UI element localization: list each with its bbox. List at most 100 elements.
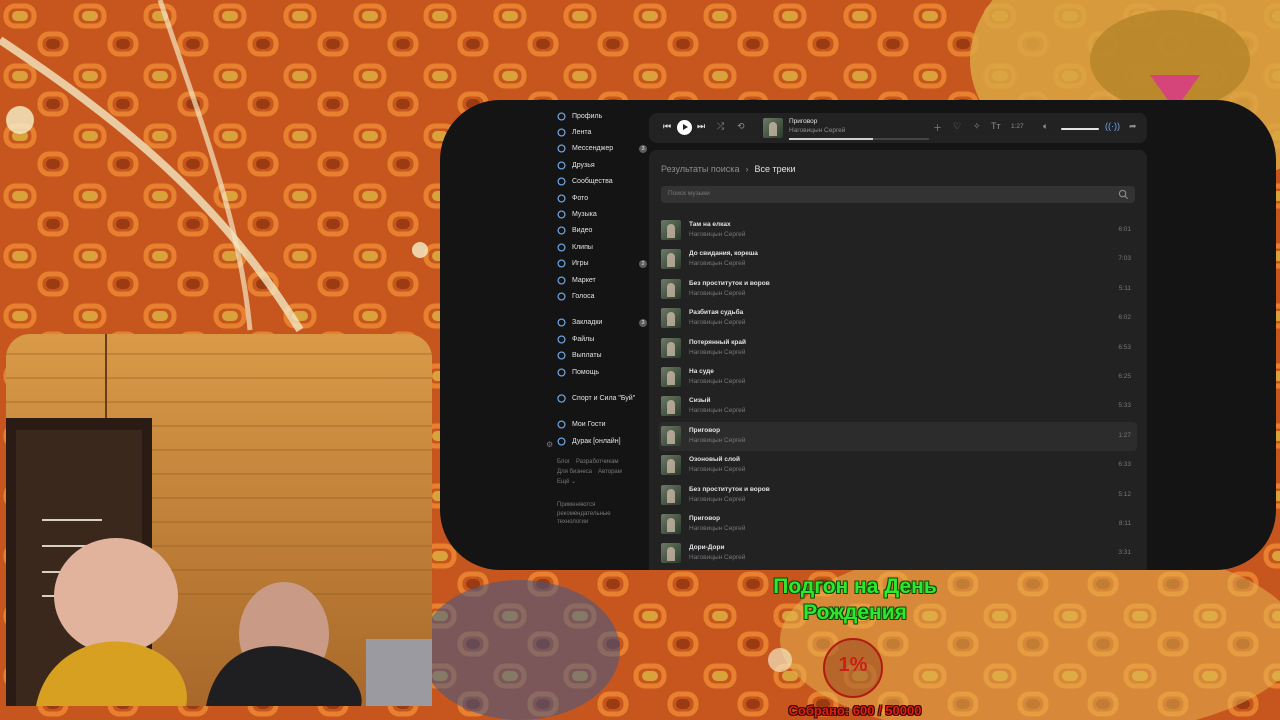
search-box[interactable]: Поиск музыки bbox=[661, 186, 1135, 203]
track-title[interactable]: Без проституток и воров bbox=[689, 280, 770, 287]
track-artist[interactable]: Наговицын Сергей bbox=[689, 260, 745, 267]
track-artist[interactable]: Наговицын Сергей bbox=[689, 319, 745, 326]
breadcrumb: Результаты поиска › Все треки bbox=[661, 164, 796, 174]
footer-link-authors[interactable]: Авторам bbox=[598, 469, 622, 475]
shuffle-icon[interactable]: ⤮ bbox=[717, 121, 724, 132]
track-row[interactable]: До свидания, кореша Наговицын Сергей 7:03 bbox=[659, 245, 1137, 274]
track-artist[interactable]: Наговицын Сергей bbox=[689, 525, 745, 532]
track-row[interactable]: Без проституток и воров Наговицын Сергей 5… bbox=[659, 275, 1137, 304]
track-row[interactable]: Разбитая судьба Наговицын Сергей 6:02 bbox=[659, 304, 1137, 333]
track-cover-image[interactable] bbox=[661, 425, 681, 446]
sidebar-item-help[interactable]: Помощь bbox=[557, 364, 647, 380]
track-artist[interactable]: Наговицын Сергей bbox=[689, 378, 745, 385]
player-track-title[interactable]: Приговор bbox=[789, 118, 817, 125]
gear-icon[interactable]: ⚙ bbox=[546, 440, 553, 449]
sidebar-item-community[interactable]: Спорт и Сила "Буй" bbox=[557, 390, 647, 406]
volume-slider[interactable] bbox=[1061, 128, 1099, 130]
search-input[interactable]: Поиск музыки bbox=[668, 190, 710, 197]
recommendation-note[interactable]: Применяются рекомендательные технологии bbox=[557, 501, 627, 527]
sidebar-item-market[interactable]: Маркет bbox=[557, 272, 647, 288]
track-row[interactable]: Дори-Дори Наговицын Сергей 3:31 bbox=[659, 539, 1137, 568]
sidebar-item-photo[interactable]: Фото bbox=[557, 190, 647, 206]
play-button[interactable] bbox=[677, 120, 692, 135]
volume-icon[interactable]: 🔈︎ bbox=[1043, 121, 1048, 132]
sidebar-item-clips[interactable]: Клипы bbox=[557, 239, 647, 255]
track-cover-image[interactable] bbox=[661, 308, 681, 329]
sidebar-item-bookmark[interactable]: Закладки 3 bbox=[557, 315, 647, 331]
track-row[interactable]: Приговор Наговицын Сергей 8:11 bbox=[659, 510, 1137, 539]
track-artist[interactable]: Наговицын Сергей bbox=[689, 466, 745, 473]
track-cover-image[interactable] bbox=[661, 249, 681, 270]
track-cover-image[interactable] bbox=[661, 337, 681, 358]
track-row[interactable]: На суде Наговицын Сергей 6:25 bbox=[659, 363, 1137, 392]
track-title[interactable]: До свидания, кореша bbox=[689, 250, 758, 257]
footer-link-business[interactable]: Для бизнеса bbox=[557, 469, 592, 475]
track-cover-image[interactable] bbox=[661, 513, 681, 534]
sidebar-item-groups[interactable]: Сообщества bbox=[557, 174, 647, 190]
track-duration: 3:31 bbox=[1118, 549, 1131, 557]
track-cover-image[interactable] bbox=[661, 484, 681, 505]
track-title[interactable]: Без проституток и воров bbox=[689, 486, 770, 493]
chevron-right-icon: › bbox=[745, 164, 749, 174]
repeat-icon[interactable]: ⟲ bbox=[737, 121, 745, 132]
track-row[interactable]: Без проституток и воров Наговицын Сергей 5… bbox=[659, 481, 1137, 510]
broadcast-icon[interactable]: ((·)) bbox=[1105, 121, 1120, 131]
track-artist[interactable]: Наговицын Сергей bbox=[689, 554, 745, 561]
sparkle-icon[interactable]: ✧ bbox=[973, 121, 981, 132]
share-icon[interactable]: ➦ bbox=[1129, 121, 1137, 132]
sidebar-item-video[interactable]: Видео bbox=[557, 223, 647, 239]
sidebar-item-music[interactable]: Музыка bbox=[557, 206, 647, 222]
track-row[interactable]: Приговор Наговицын Сергей 1:27 bbox=[659, 421, 1137, 452]
search-icon[interactable] bbox=[1118, 189, 1129, 200]
sidebar-item-votes[interactable]: Голоса bbox=[557, 288, 647, 304]
track-title[interactable]: Потерянный край bbox=[689, 339, 746, 346]
track-title[interactable]: Сизый bbox=[689, 397, 710, 404]
track-cover-image[interactable] bbox=[661, 278, 681, 299]
player-track-artist[interactable]: Наговицын Сергей bbox=[789, 127, 845, 134]
track-artist[interactable]: Наговицын Сергей bbox=[689, 407, 745, 414]
sidebar-item-apps[interactable]: Мои Гости bbox=[557, 417, 647, 433]
track-artist[interactable]: Наговицын Сергей bbox=[689, 290, 745, 297]
sidebar-item-news[interactable]: Лента bbox=[557, 124, 647, 140]
track-title[interactable]: Дори-Дори bbox=[689, 544, 724, 551]
track-cover-image[interactable] bbox=[661, 220, 681, 240]
track-artist[interactable]: Наговицын Сергей bbox=[689, 496, 745, 503]
footer-link-devs[interactable]: Разработчикам bbox=[576, 459, 619, 465]
track-row[interactable]: Потерянный край Наговицын Сергей 6:53 bbox=[659, 334, 1137, 363]
player-progress-bar[interactable] bbox=[789, 138, 929, 140]
track-title[interactable]: Разбитая судьба bbox=[689, 309, 743, 316]
sidebar-item-message[interactable]: Мессенджер 3 bbox=[557, 141, 647, 157]
next-track-icon[interactable]: ⏭ bbox=[697, 121, 705, 132]
track-title[interactable]: Приговор bbox=[689, 515, 720, 522]
track-artist[interactable]: Наговицын Сергей bbox=[689, 437, 745, 444]
sidebar-item-files[interactable]: Файлы bbox=[557, 331, 647, 347]
track-cover-image[interactable] bbox=[661, 455, 681, 476]
sidebar-item-label: Музыка bbox=[572, 211, 597, 219]
track-cover-image[interactable] bbox=[661, 366, 681, 387]
previous-track-icon[interactable]: ⏮ bbox=[663, 121, 671, 132]
track-title[interactable]: Там на елках bbox=[689, 221, 731, 228]
track-title[interactable]: На суде bbox=[689, 368, 714, 375]
sidebar-item-label: Помощь bbox=[572, 368, 600, 376]
dislike-icon[interactable]: ♡ bbox=[953, 121, 961, 132]
breadcrumb-parent[interactable]: Результаты поиска bbox=[661, 164, 739, 174]
track-cover-image[interactable] bbox=[661, 543, 681, 564]
track-artist[interactable]: Наговицын Сергей bbox=[689, 349, 745, 356]
add-icon[interactable]: ＋ bbox=[933, 121, 942, 134]
track-cover-image[interactable] bbox=[661, 396, 681, 417]
track-title[interactable]: Озоновый слой bbox=[689, 456, 740, 463]
track-title[interactable]: Приговор bbox=[689, 427, 720, 434]
sidebar-item-payments[interactable]: Выплаты bbox=[557, 347, 647, 363]
sidebar-item-gamepad[interactable]: Дурак [онлайн] bbox=[557, 433, 647, 449]
sidebar-item-friends[interactable]: Друзья bbox=[557, 157, 647, 173]
track-artist[interactable]: Наговицын Сергей bbox=[689, 231, 745, 238]
footer-link-more[interactable]: Ещё ⌄ bbox=[557, 479, 576, 485]
track-row[interactable]: Сизый Наговицын Сергей 5:33 bbox=[659, 392, 1137, 421]
text-icon[interactable]: Tт bbox=[991, 121, 1001, 131]
sidebar-item-games[interactable]: Игры 2 bbox=[557, 256, 647, 272]
payments-icon bbox=[557, 351, 566, 360]
track-row[interactable]: Озоновый слой Наговицын Сергей 6:33 bbox=[659, 451, 1137, 480]
sidebar-item-profile[interactable]: Профиль bbox=[557, 108, 647, 124]
track-row[interactable]: Там на елках Наговицын Сергей 6:01 bbox=[659, 216, 1137, 245]
footer-link-blog[interactable]: Блог bbox=[557, 459, 570, 465]
